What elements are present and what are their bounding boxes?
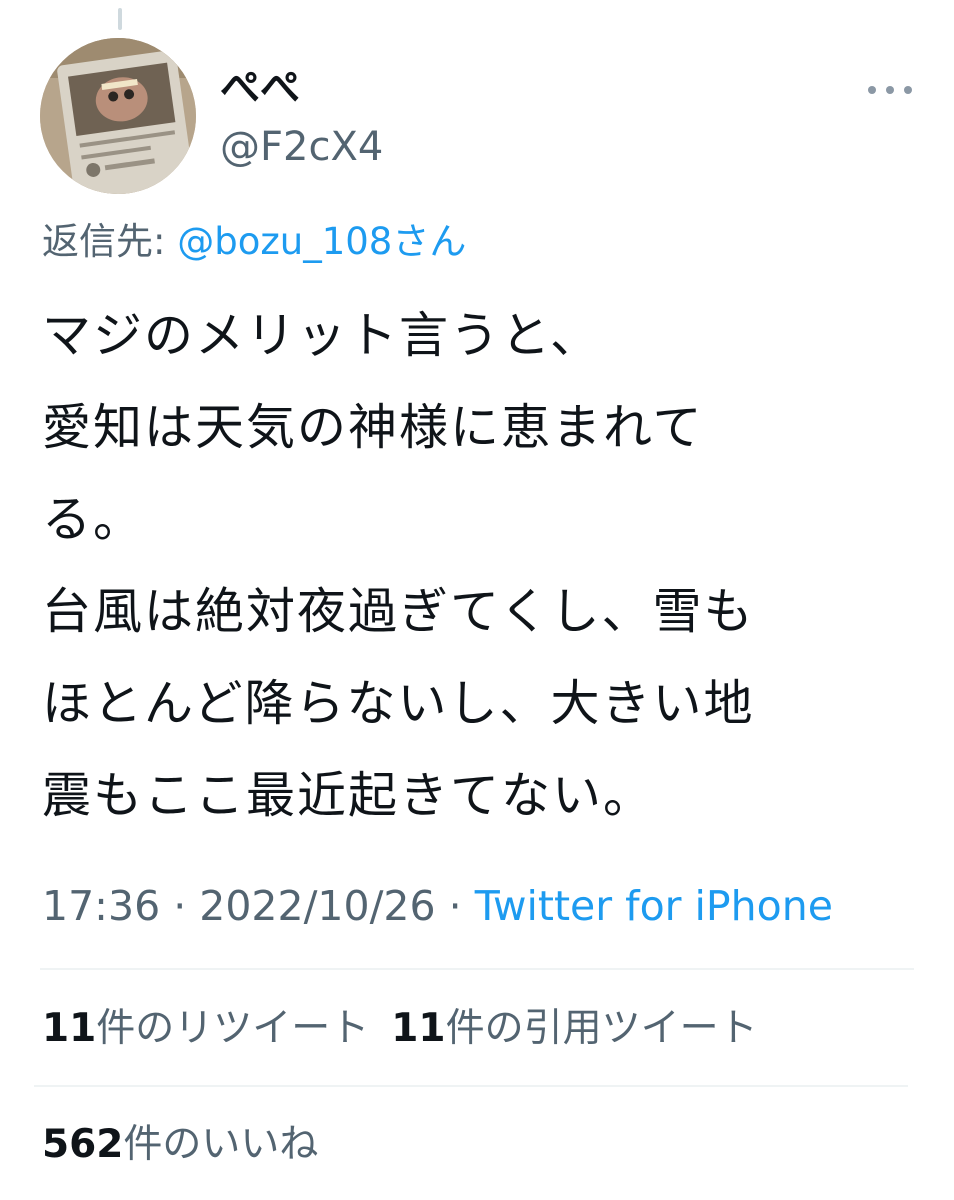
reply-to-line: 返信先: @bozu_108さん	[42, 218, 466, 266]
avatar[interactable]	[40, 38, 196, 194]
likes-count: 562	[42, 1122, 124, 1167]
retweets-label: 件のリツイート	[96, 1006, 370, 1051]
user-handle[interactable]: @F2cX4	[220, 124, 383, 170]
more-horizontal-icon[interactable]	[868, 78, 912, 102]
reply-to-label: 返信先:	[42, 220, 166, 263]
tweet-source-link[interactable]: Twitter for iPhone	[475, 882, 833, 930]
divider	[34, 1085, 908, 1087]
engagement-stats-row: 11件のリツイート 11件の引用ツイート	[42, 1004, 780, 1054]
likes-label: 件のいいね	[123, 1122, 319, 1167]
quotes-stat[interactable]: 11件の引用ツイート	[391, 1006, 757, 1051]
divider	[40, 968, 914, 970]
display-name[interactable]: ぺぺ	[220, 66, 300, 110]
separator: ·	[435, 882, 475, 930]
retweets-stat[interactable]: 11件のリツイート	[42, 1006, 369, 1051]
dot	[886, 86, 894, 94]
separator: ·	[160, 882, 200, 930]
timestamp-row: 17:36 · 2022/10/26 · Twitter for iPhone	[42, 880, 833, 932]
tweet-time[interactable]: 17:36	[42, 882, 160, 930]
dot	[904, 86, 912, 94]
reply-to-mention-link[interactable]: @bozu_108さん	[177, 220, 466, 263]
retweets-count: 11	[42, 1006, 97, 1051]
tweet-date[interactable]: 2022/10/26	[199, 882, 435, 930]
quotes-label: 件の引用ツイート	[445, 1006, 758, 1051]
quotes-count: 11	[391, 1006, 446, 1051]
avatar-image	[40, 38, 196, 194]
dot	[868, 86, 876, 94]
thread-connector-line	[118, 8, 122, 30]
tweet-text: マジのメリット言うと、 愛知は天気の神様に恵まれて る。 台風は絶対夜過ぎてくし…	[42, 307, 755, 824]
likes-stat[interactable]: 562件のいいね	[42, 1120, 318, 1170]
